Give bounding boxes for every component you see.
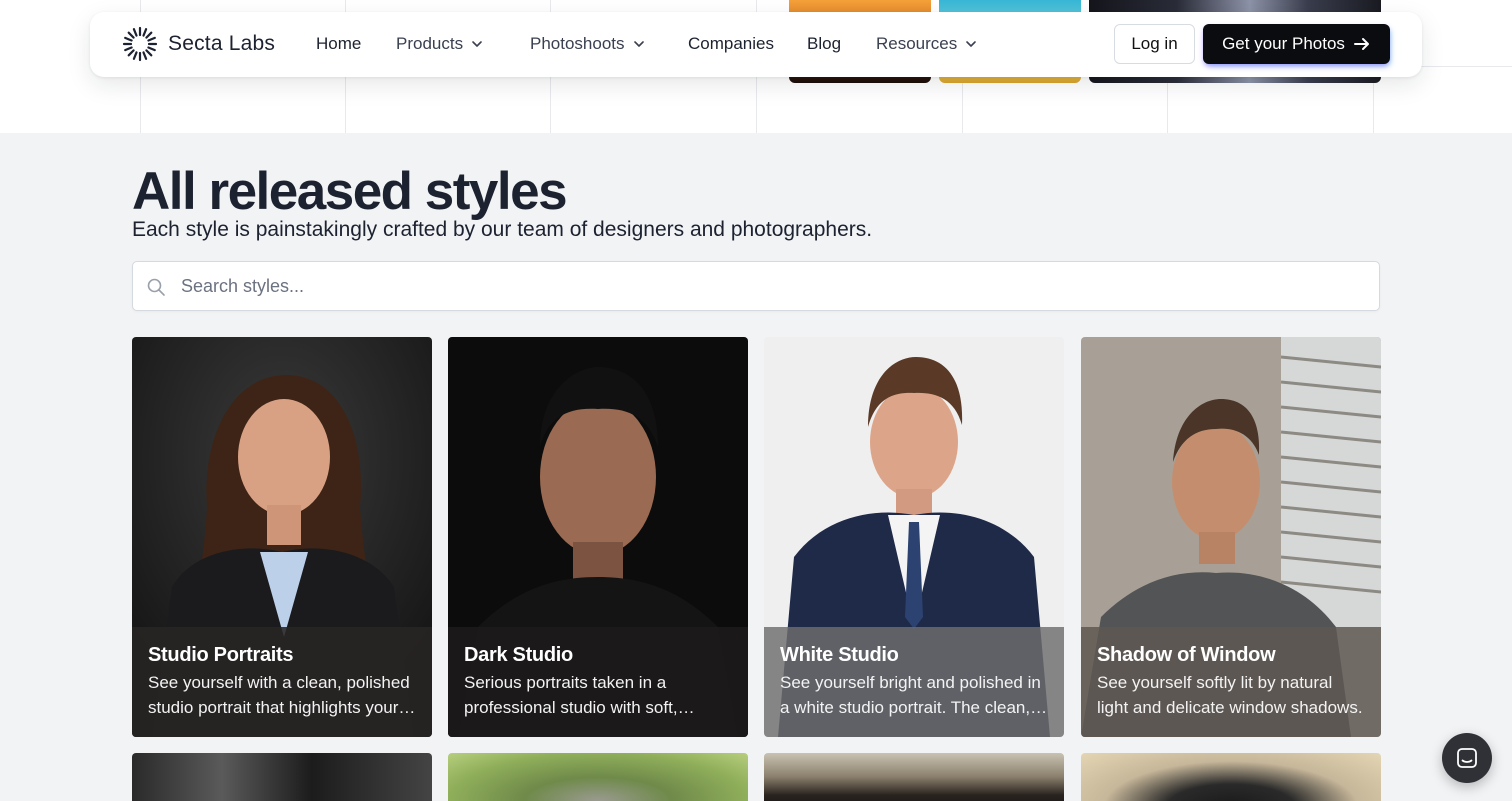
style-card-dark-studio[interactable]: Dark Studio Serious portraits taken in a… [448, 337, 748, 737]
navbar: Secta Labs Home Products Photoshoots Com… [90, 12, 1422, 77]
style-title: Shadow of Window [1097, 644, 1276, 666]
nav-resources[interactable]: Resources [876, 34, 977, 54]
style-caption: Studio Portraits See yourself with a cle… [132, 627, 432, 737]
nav-blog[interactable]: Blog [807, 34, 841, 54]
chevron-down-icon [966, 41, 977, 47]
chat-icon [1457, 748, 1477, 768]
style-description: Serious portraits taken in a professiona… [464, 673, 678, 717]
style-card-preview[interactable] [1081, 753, 1381, 801]
chevron-down-icon [633, 41, 644, 47]
style-card-preview[interactable] [448, 753, 748, 801]
nav-home[interactable]: Home [316, 34, 361, 54]
sunburst-logo-icon [122, 26, 158, 62]
style-description: See yourself softly lit by natural light… [1097, 673, 1363, 717]
login-button-label: Log in [1131, 34, 1178, 53]
nav-photoshoots[interactable]: Photoshoots [530, 34, 645, 54]
style-title: Studio Portraits [148, 644, 294, 666]
get-photos-button-label: Get your Photos [1222, 34, 1345, 53]
page-subtitle: Each style is painstakingly crafted by o… [132, 218, 873, 241]
style-card-shadow-of-window[interactable]: Shadow of Window See yourself softly lit… [1081, 337, 1381, 737]
nav-resources-label: Resources [876, 34, 958, 53]
nav-products-label: Products [396, 34, 464, 53]
style-card-studio-portraits[interactable]: Studio Portraits See yourself with a cle… [132, 337, 432, 737]
brand-logo[interactable]: Secta Labs [122, 26, 275, 62]
get-photos-button[interactable]: Get your Photos [1203, 24, 1390, 64]
nav-home-label: Home [316, 34, 362, 53]
nav-products[interactable]: Products [396, 34, 483, 54]
arrow-right-icon [1353, 38, 1369, 50]
style-card-white-studio[interactable]: White Studio See yourself bright and pol… [764, 337, 1064, 737]
search-bar [132, 261, 1380, 311]
login-button[interactable]: Log in [1114, 24, 1195, 64]
style-card-preview[interactable] [764, 753, 1064, 801]
nav-companies-label: Companies [688, 34, 774, 53]
brand-name: Secta Labs [168, 32, 276, 55]
page-title: All released styles [132, 162, 568, 221]
nav-companies[interactable]: Companies [688, 34, 774, 54]
nav-photoshoots-label: Photoshoots [530, 34, 625, 53]
chat-launcher-button[interactable] [1442, 733, 1492, 783]
search-icon [147, 278, 165, 296]
search-input[interactable] [181, 262, 1361, 310]
style-title: White Studio [780, 644, 899, 666]
style-description: See yourself with a clean, polished stud… [148, 673, 410, 717]
style-caption: White Studio See yourself bright and pol… [764, 627, 1064, 737]
style-caption: Shadow of Window See yourself softly lit… [1081, 627, 1381, 737]
style-caption: Dark Studio Serious portraits taken in a… [448, 627, 748, 737]
style-description: See yourself bright and polished in a wh… [780, 673, 1041, 717]
style-card-preview[interactable] [132, 753, 432, 801]
style-title: Dark Studio [464, 644, 573, 666]
chevron-down-icon [472, 41, 482, 47]
nav-blog-label: Blog [807, 34, 842, 53]
